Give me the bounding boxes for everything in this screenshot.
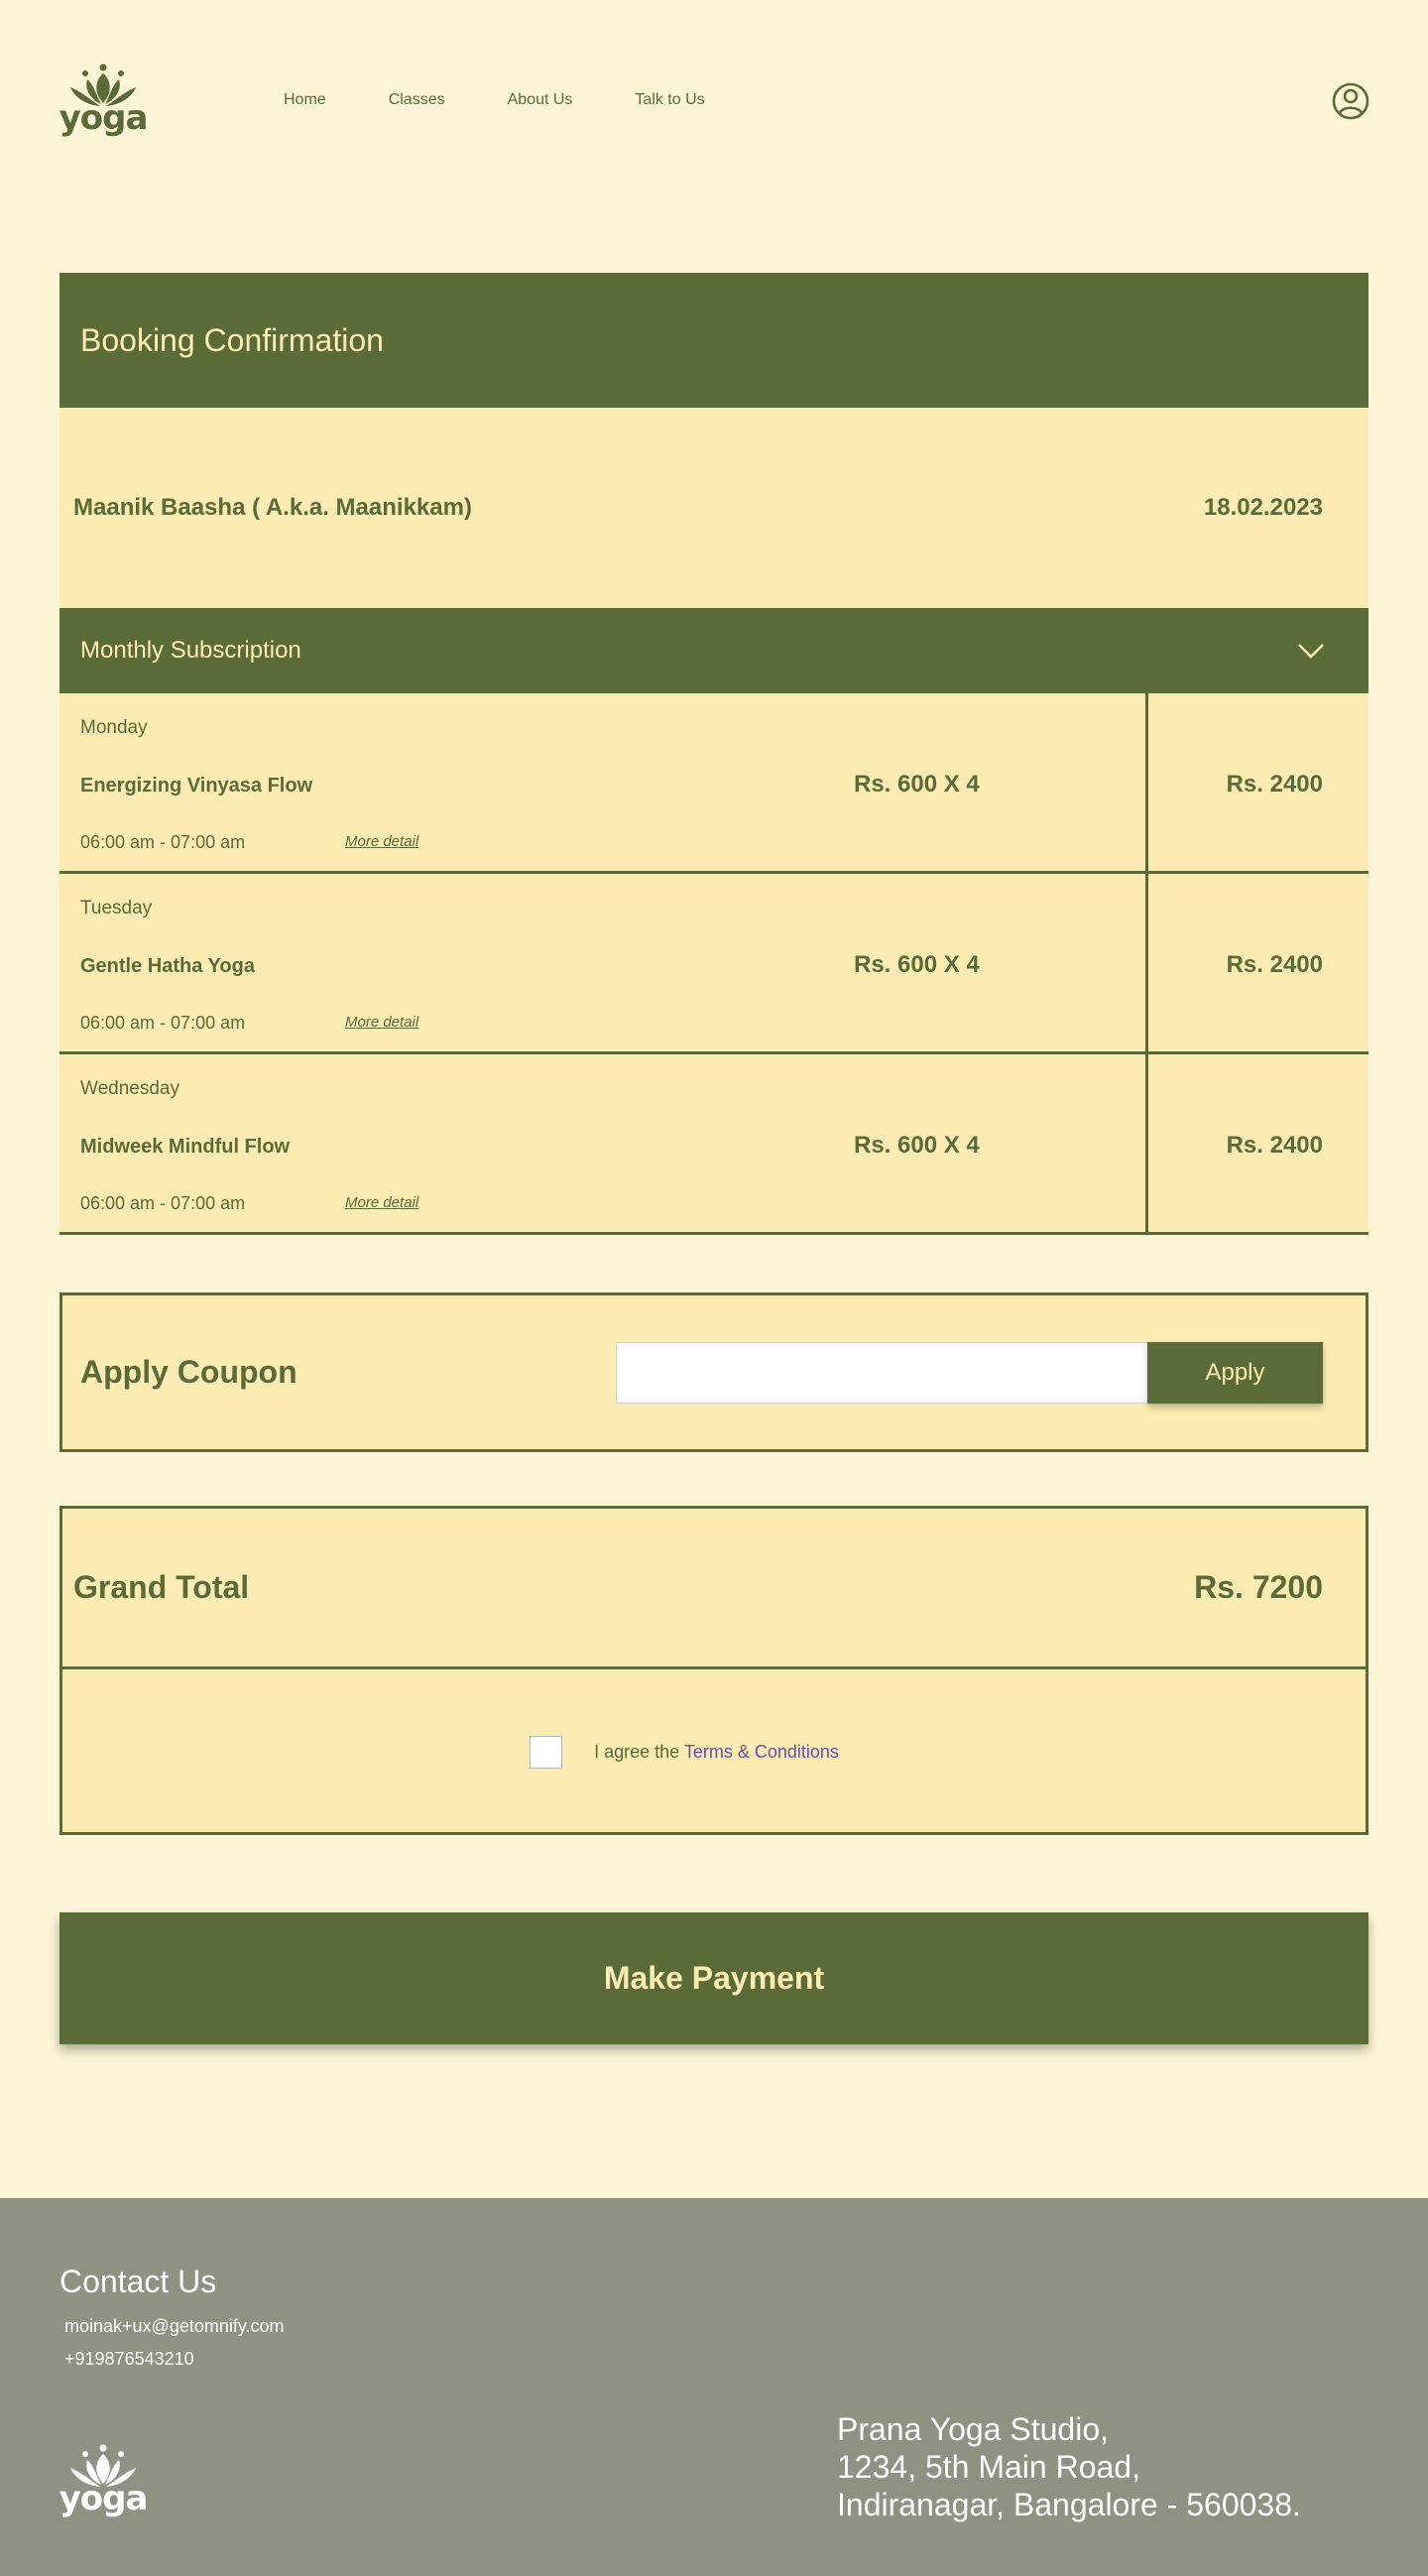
subscription-label: Monthly Subscription — [80, 637, 301, 664]
class-unit-price: Rs. 600 X 4 — [854, 951, 980, 978]
booking-date: 18.02.2023 — [1203, 494, 1323, 521]
terms-checkbox[interactable] — [530, 1736, 563, 1769]
coupon-input[interactable] — [616, 1342, 1149, 1404]
main-nav: Home Classes About Us Talk to Us — [284, 91, 768, 109]
apply-coupon-button[interactable]: Apply — [1147, 1342, 1323, 1404]
class-day: Tuesday — [80, 898, 153, 919]
class-row: Monday Energizing Vinyasa Flow 06:00 am … — [60, 693, 1368, 874]
terms-link[interactable]: Terms & Conditions — [684, 1742, 839, 1762]
class-list: Monday Energizing Vinyasa Flow 06:00 am … — [60, 693, 1368, 1235]
customer-name: Maanik Baasha ( A.k.a. Maanikkam) — [73, 494, 472, 521]
class-total: Rs. 2400 — [1226, 1132, 1323, 1159]
footer-title: Contact Us — [60, 2264, 217, 2299]
class-unit-price: Rs. 600 X 4 — [854, 1132, 980, 1159]
make-payment-button[interactable]: Make Payment — [60, 1912, 1368, 2044]
class-total: Rs. 2400 — [1226, 771, 1323, 797]
address-line: Prana Yoga Studio, — [837, 2411, 1110, 2447]
booking-header: Booking Confirmation — [60, 273, 1368, 408]
grand-total-section: Grand Total Rs. 7200 I agree the Terms &… — [60, 1506, 1368, 1835]
subscription-dropdown[interactable]: Monthly Subscription — [60, 608, 1368, 693]
contact-email[interactable]: moinak+ux@getomnify.com — [64, 2316, 285, 2337]
class-name: Energizing Vinyasa Flow — [80, 775, 313, 797]
logo[interactable]: yoga — [60, 63, 148, 143]
column-divider — [1145, 1054, 1148, 1232]
nav-home[interactable]: Home — [284, 91, 326, 109]
nav-talk-to-us[interactable]: Talk to Us — [635, 91, 704, 109]
address-line: Indiranagar, Bangalore - 560038. — [837, 2487, 1301, 2522]
coupon-title: Apply Coupon — [80, 1354, 298, 1390]
grand-total-row: Grand Total Rs. 7200 — [62, 1509, 1366, 1669]
grand-total-value: Rs. 7200 — [1194, 1569, 1323, 1605]
class-time: 06:00 am - 07:00 am — [80, 1013, 246, 1033]
customer-row: Maanik Baasha ( A.k.a. Maanikkam) 18.02.… — [60, 408, 1368, 608]
grand-total-label: Grand Total — [73, 1569, 250, 1605]
class-day: Monday — [80, 717, 148, 738]
studio-address: Prana Yoga Studio, 1234, 5th Main Road, … — [837, 2410, 1301, 2523]
page-title: Booking Confirmation — [80, 321, 384, 358]
class-row: Wednesday Midweek Mindful Flow 06:00 am … — [60, 1054, 1368, 1235]
address-line: 1234, 5th Main Road, — [837, 2449, 1140, 2485]
class-name: Midweek Mindful Flow — [80, 1136, 291, 1158]
class-row: Tuesday Gentle Hatha Yoga 06:00 am - 07:… — [60, 874, 1368, 1054]
class-time: 06:00 am - 07:00 am — [80, 832, 246, 852]
nav-about-us[interactable]: About Us — [508, 91, 573, 109]
class-unit-price: Rs. 600 X 4 — [854, 771, 980, 797]
nav-classes[interactable]: Classes — [389, 91, 445, 109]
column-divider — [1145, 874, 1148, 1051]
terms-prefix: I agree the — [594, 1742, 684, 1762]
terms-text: I agree the Terms & Conditions — [594, 1742, 839, 1763]
class-total: Rs. 2400 — [1226, 951, 1323, 978]
more-detail-link[interactable]: More detail — [345, 1194, 418, 1211]
user-account-icon[interactable] — [1332, 82, 1369, 120]
more-detail-link[interactable]: More detail — [345, 833, 418, 850]
terms-agreement: I agree the Terms & Conditions — [62, 1669, 1366, 1835]
class-name: Gentle Hatha Yoga — [80, 955, 255, 977]
more-detail-link[interactable]: More detail — [345, 1014, 418, 1031]
footer: Contact Us moinak+ux@getomnify.com +9198… — [0, 2198, 1428, 2576]
class-day: Wednesday — [80, 1078, 179, 1099]
class-time: 06:00 am - 07:00 am — [80, 1193, 246, 1213]
footer-logo-text: yoga — [59, 2479, 149, 2518]
contact-phone[interactable]: +919876543210 — [64, 2349, 194, 2370]
logo-text: yoga — [59, 98, 149, 138]
footer-logo[interactable]: yoga — [60, 2444, 148, 2523]
column-divider — [1145, 693, 1148, 871]
chevron-down-icon[interactable] — [1297, 643, 1325, 659]
coupon-section: Apply Coupon Apply — [60, 1292, 1368, 1452]
